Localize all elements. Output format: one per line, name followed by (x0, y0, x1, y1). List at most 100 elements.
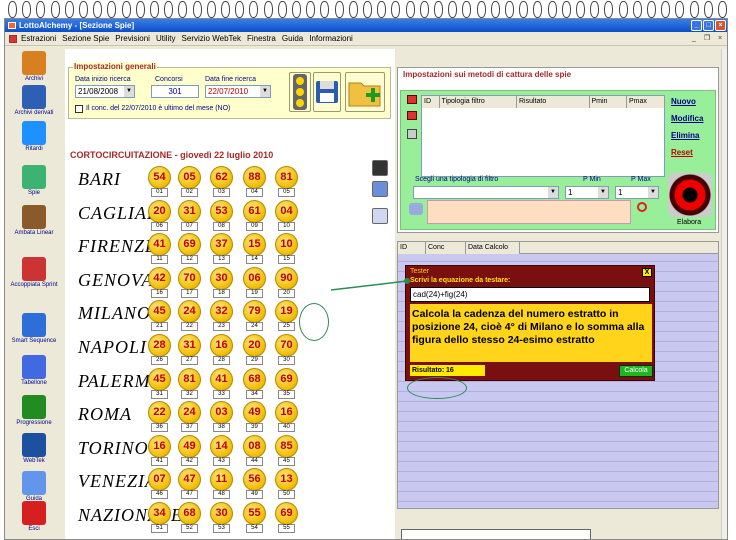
eraser-icon[interactable] (372, 208, 388, 224)
column-header[interactable]: Risultato (517, 96, 590, 108)
number-ball[interactable]: 15 (243, 233, 266, 257)
number-ball[interactable]: 69 (275, 367, 298, 391)
sidebar-item[interactable]: Smart Sequence (7, 313, 61, 344)
number-ball[interactable]: 45 (148, 300, 171, 324)
number-ball[interactable]: 45 (148, 367, 171, 391)
number-ball[interactable]: 68 (243, 367, 266, 391)
delete-icon[interactable] (407, 129, 417, 139)
number-ball[interactable]: 70 (275, 334, 298, 357)
elabora-button[interactable] (668, 173, 712, 217)
number-ball[interactable]: 61 (243, 199, 266, 223)
column-header[interactable]: Pmax (627, 96, 665, 108)
number-ball[interactable]: 69 (178, 233, 201, 257)
sidebar-item[interactable]: Archivi derivati (7, 85, 61, 116)
menu-item[interactable]: Estrazioni (21, 33, 56, 45)
sidebar-item[interactable]: Esci (7, 501, 61, 532)
number-ball[interactable]: 16 (275, 401, 298, 425)
menu-item[interactable]: Sezione Spie (62, 33, 109, 45)
menu-item[interactable]: Utility (156, 33, 176, 45)
number-ball[interactable]: 11 (210, 468, 233, 492)
number-ball[interactable]: 56 (243, 468, 266, 492)
column-header[interactable]: Pmin (589, 96, 627, 108)
number-ball[interactable]: 16 (148, 434, 171, 458)
number-ball[interactable]: 16 (210, 334, 233, 357)
minimize-icon[interactable]: _ (691, 20, 702, 31)
number-ball[interactable]: 19 (275, 300, 298, 324)
vertical-scrollbar[interactable] (721, 49, 727, 539)
number-ball[interactable]: 79 (243, 300, 266, 324)
number-ball[interactable]: 68 (178, 502, 201, 525)
ultimo-mese-checkbox[interactable] (75, 105, 83, 113)
number-ball[interactable]: 62 (210, 166, 233, 189)
number-ball[interactable]: 34 (148, 502, 171, 525)
sidebar-item[interactable]: Tabellone (7, 355, 61, 386)
documents-icon[interactable] (372, 181, 388, 197)
number-ball[interactable]: 55 (243, 502, 266, 525)
number-ball[interactable]: 81 (275, 166, 298, 189)
sidebar-item[interactable]: Accoppiata Sprint (7, 257, 61, 288)
menu-item[interactable]: Informazioni (309, 33, 353, 45)
filter-detail-field[interactable] (427, 200, 631, 224)
number-ball[interactable]: 03 (210, 401, 233, 425)
number-ball[interactable]: 13 (275, 468, 298, 492)
maximize-icon[interactable]: □ (703, 20, 714, 31)
arrow-down-icon[interactable] (407, 111, 417, 120)
mdi-close-icon[interactable]: × (715, 34, 725, 43)
number-ball[interactable]: 37 (210, 233, 233, 257)
data-fine-combo[interactable]: 22/07/2010 ▼ (205, 85, 271, 98)
concorsi-field[interactable]: 301 (151, 85, 199, 98)
metodi-link-nuovo[interactable]: Nuovo (671, 97, 696, 106)
sidebar-item[interactable]: Progressione (7, 395, 61, 426)
sidebar-item[interactable]: WebTek (7, 433, 61, 464)
number-ball[interactable]: 20 (243, 334, 266, 357)
data-inizio-combo[interactable]: 21/08/2008 ▼ (75, 85, 135, 98)
pmax-combo[interactable]: 1 ▼ (615, 186, 659, 199)
number-ball[interactable]: 24 (178, 300, 201, 324)
number-ball[interactable]: 47 (178, 468, 201, 492)
grid-column-header[interactable]: ID (398, 242, 426, 254)
number-ball[interactable]: 41 (148, 233, 171, 257)
number-ball[interactable]: 53 (210, 199, 233, 223)
mdi-restore-icon[interactable]: ❐ (702, 34, 712, 43)
number-ball[interactable]: 10 (275, 233, 298, 257)
number-ball[interactable]: 30 (210, 502, 233, 525)
metodi-link-elimina[interactable]: Elimina (671, 131, 699, 140)
number-ball[interactable]: 32 (210, 300, 233, 324)
diamond-icon[interactable] (409, 203, 423, 215)
column-header[interactable]: Tipologia filtro (439, 96, 517, 108)
filter-combo[interactable]: ▼ (413, 186, 559, 199)
number-ball[interactable]: 05 (178, 166, 201, 189)
number-ball[interactable]: 81 (178, 367, 201, 391)
tester-close-button[interactable]: X (642, 268, 652, 277)
number-ball[interactable]: 30 (210, 266, 233, 290)
number-ball[interactable]: 07 (148, 468, 171, 492)
number-ball[interactable]: 31 (178, 334, 201, 357)
column-header[interactable]: ID (422, 96, 440, 108)
number-ball[interactable]: 31 (178, 199, 201, 223)
grid-column-header[interactable]: Conc (426, 242, 466, 254)
sidebar-item[interactable]: Spie (7, 165, 61, 196)
number-ball[interactable]: 08 (243, 434, 266, 458)
number-ball[interactable]: 85 (275, 434, 298, 458)
mdi-minimize-icon[interactable]: _ (689, 34, 699, 43)
sidebar-item[interactable]: Ambata Linear (7, 205, 61, 236)
close-icon[interactable]: × (715, 20, 726, 31)
number-ball[interactable]: 06 (243, 266, 266, 290)
number-ball[interactable]: 70 (178, 266, 201, 290)
number-ball[interactable]: 22 (148, 401, 171, 425)
semaphore-button[interactable] (289, 72, 311, 112)
number-ball[interactable]: 14 (210, 434, 233, 458)
no-entry-icon[interactable] (637, 202, 647, 212)
number-ball[interactable]: 90 (275, 266, 298, 290)
calcola-button[interactable]: Calcola (619, 365, 653, 377)
number-ball[interactable]: 88 (243, 166, 266, 189)
sidebar-item[interactable]: Guida (7, 471, 61, 502)
number-ball[interactable]: 69 (275, 502, 298, 525)
arrow-up-icon[interactable] (407, 95, 417, 104)
waveform-icon[interactable] (372, 160, 388, 176)
number-ball[interactable]: 49 (243, 401, 266, 425)
number-ball[interactable]: 24 (178, 401, 201, 425)
save-button[interactable] (313, 72, 341, 112)
number-ball[interactable]: 41 (210, 367, 233, 391)
menu-item[interactable]: Finestra (247, 33, 276, 45)
